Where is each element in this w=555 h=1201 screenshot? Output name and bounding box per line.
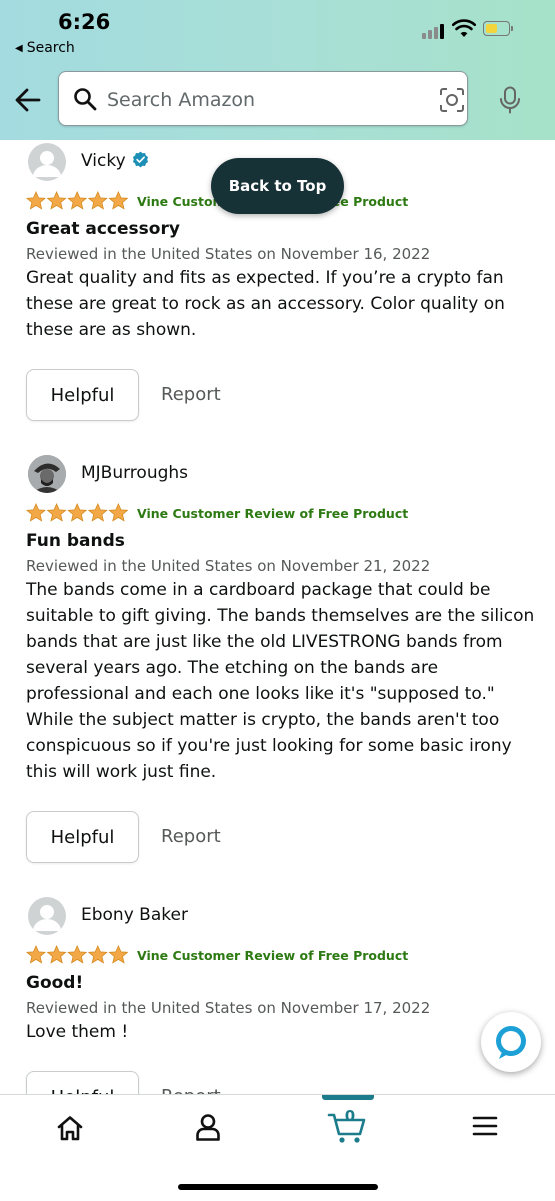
status-time: 6:26 bbox=[58, 10, 111, 34]
helpful-button[interactable]: Helpful bbox=[26, 369, 139, 421]
vine-label: Vine Customer Review of Free Product bbox=[137, 506, 409, 521]
status-back-link[interactable]: ◀ Search bbox=[15, 40, 75, 56]
review-body: The bands come in a cardboard package th… bbox=[26, 580, 535, 782]
review-title: Good! bbox=[26, 973, 84, 993]
rating-row: Vine Customer Review of Free Product bbox=[26, 503, 536, 529]
verified-badge-icon bbox=[132, 151, 148, 168]
reviewer-row: MJBurroughs bbox=[26, 455, 536, 495]
search-icon bbox=[74, 88, 97, 111]
alexa-button[interactable] bbox=[481, 1012, 541, 1072]
avatar bbox=[28, 455, 66, 493]
review-actions: Helpful Report bbox=[26, 369, 536, 425]
review-date: Reviewed in the United States on Novembe… bbox=[26, 999, 431, 1017]
wifi-icon bbox=[452, 19, 476, 37]
star-rating-icon bbox=[26, 945, 129, 964]
review-actions: Helpful Report bbox=[26, 811, 536, 867]
review-card: Ebony Baker Vine Customer Review of Free… bbox=[26, 897, 536, 1127]
cart-count: 0 bbox=[344, 1107, 356, 1125]
status-back-label: Search bbox=[26, 40, 75, 56]
microphone-icon[interactable] bbox=[499, 86, 521, 114]
account-icon bbox=[196, 1114, 220, 1141]
top-header: 6:26 ◀ Search Search Amazon bbox=[0, 0, 555, 140]
nav-home[interactable] bbox=[30, 1095, 110, 1165]
home-icon bbox=[57, 1116, 83, 1141]
alexa-icon bbox=[496, 1026, 526, 1059]
star-rating-icon bbox=[26, 191, 129, 210]
back-arrow-icon[interactable] bbox=[13, 86, 43, 114]
signal-icon bbox=[422, 24, 446, 39]
review-date: Reviewed in the United States on Novembe… bbox=[26, 557, 431, 575]
home-indicator bbox=[178, 1184, 378, 1190]
review-title: Fun bands bbox=[26, 531, 125, 551]
search-placeholder: Search Amazon bbox=[107, 89, 256, 111]
review-date: Reviewed in the United States on Novembe… bbox=[26, 245, 431, 263]
review-body: Great quality and fits as expected. If y… bbox=[26, 268, 505, 340]
report-link[interactable]: Report bbox=[161, 826, 221, 847]
reviewer-name-wrap[interactable]: Vicky bbox=[81, 151, 149, 171]
search-input[interactable]: Search Amazon bbox=[58, 71, 520, 126]
cart-active-indicator bbox=[322, 1095, 374, 1100]
menu-icon bbox=[472, 1116, 498, 1136]
report-link[interactable]: Report bbox=[161, 384, 221, 405]
review-title: Great accessory bbox=[26, 219, 180, 239]
reviewer-name: Vicky bbox=[81, 151, 126, 171]
star-rating-icon bbox=[26, 503, 129, 522]
nav-cart[interactable] bbox=[308, 1095, 388, 1165]
reviewer-row: Ebony Baker bbox=[26, 897, 536, 937]
review-body: Love them ! bbox=[26, 1022, 129, 1042]
nav-menu[interactable] bbox=[445, 1095, 525, 1165]
back-to-top-button[interactable]: Back to Top bbox=[211, 158, 344, 214]
avatar bbox=[28, 897, 66, 935]
avatar bbox=[28, 143, 66, 181]
review-card: MJBurroughs Vine Customer Review of Free… bbox=[26, 455, 536, 867]
camera-scan-icon[interactable] bbox=[439, 87, 465, 113]
reviewer-name[interactable]: MJBurroughs bbox=[81, 463, 188, 483]
nav-account[interactable] bbox=[168, 1095, 248, 1165]
reviewer-name[interactable]: Ebony Baker bbox=[81, 905, 188, 925]
rating-row: Vine Customer Review of Free Product bbox=[26, 945, 536, 971]
helpful-button[interactable]: Helpful bbox=[26, 811, 139, 863]
vine-label: Vine Customer Review of Free Product bbox=[137, 948, 409, 963]
battery-icon bbox=[483, 21, 514, 38]
